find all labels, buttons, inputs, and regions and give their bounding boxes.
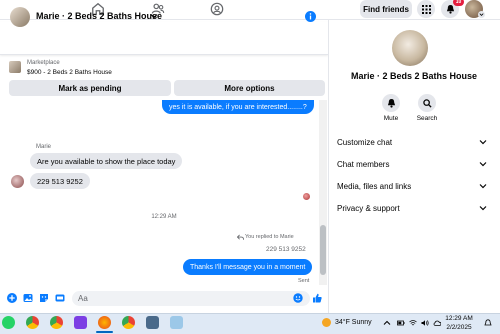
chrome-icon[interactable] xyxy=(26,316,39,329)
reply-icon xyxy=(237,234,244,240)
message-input[interactable] xyxy=(72,291,310,306)
conversation-title: Marie · 2 Beds 2 Baths House xyxy=(350,71,478,81)
chevron-down-icon xyxy=(479,206,487,211)
emoji-icon[interactable] xyxy=(293,293,303,303)
sent-status: Sent xyxy=(298,278,310,284)
notification-center-icon[interactable] xyxy=(484,319,492,327)
chat-members-row[interactable]: Chat members xyxy=(337,158,487,170)
outgoing-message[interactable]: yes it is available, if you are interest… xyxy=(162,100,314,114)
like-icon[interactable] xyxy=(312,293,322,303)
chevron-down-icon xyxy=(479,184,487,189)
volume-icon[interactable] xyxy=(421,319,429,327)
listing-thumbnail[interactable] xyxy=(9,61,21,73)
active-app-indicator xyxy=(96,331,113,333)
row-label: Chat members xyxy=(337,159,390,169)
row-label: Customize chat xyxy=(337,137,393,147)
grid-icon xyxy=(421,4,431,14)
plus-circle-icon[interactable] xyxy=(7,293,17,303)
find-friends-button[interactable]: Find friends xyxy=(360,0,412,18)
chevron-down-icon xyxy=(479,140,487,145)
replied-note: You replied to Marie xyxy=(245,234,294,240)
image-icon[interactable] xyxy=(23,293,33,303)
mute-button[interactable] xyxy=(382,94,400,112)
incoming-message[interactable]: 229 513 9252 xyxy=(30,173,90,189)
search-icon xyxy=(422,98,432,108)
messenger-icon[interactable] xyxy=(74,316,87,329)
message-timestamp: 12:29 AM xyxy=(151,214,177,220)
sender-avatar[interactable] xyxy=(11,175,24,188)
privacy-support-row[interactable]: Privacy & support xyxy=(337,202,487,214)
chrome-profile-icon[interactable] xyxy=(50,316,63,329)
firefox-icon[interactable] xyxy=(98,316,111,329)
gif-icon[interactable] xyxy=(55,293,65,303)
clock-time[interactable]: 12:29 AM xyxy=(444,315,474,322)
outgoing-message[interactable]: Thanks I'll message you in a moment xyxy=(183,259,313,275)
mute-label: Mute xyxy=(383,115,399,122)
chevron-up-icon[interactable] xyxy=(383,319,391,327)
listing-label: Marketplace xyxy=(27,60,60,66)
scrollbar-thumb[interactable] xyxy=(320,225,326,275)
row-label: Privacy & support xyxy=(337,203,400,213)
customize-chat-row[interactable]: Customize chat xyxy=(337,136,487,148)
notepad-icon[interactable] xyxy=(170,316,183,329)
search-button[interactable] xyxy=(418,94,436,112)
conversation-avatar[interactable] xyxy=(392,30,428,66)
sticker-icon[interactable] xyxy=(39,293,49,303)
chevron-down-icon[interactable] xyxy=(150,12,158,20)
weather-sun-icon[interactable] xyxy=(322,318,331,327)
whatsapp-icon[interactable] xyxy=(2,316,15,329)
more-options-button[interactable]: More options xyxy=(174,80,325,96)
chat-title[interactable]: Marie · 2 Beds 2 Baths House xyxy=(36,11,162,21)
weather-text[interactable]: 34°F Sunny xyxy=(335,319,372,326)
bell-icon xyxy=(446,4,454,14)
media-files-links-row[interactable]: Media, files and links xyxy=(337,180,487,192)
listing-price-title[interactable]: $900 - 2 Beds 2 Baths House xyxy=(27,69,112,76)
notification-badge: 10 xyxy=(453,0,464,6)
clock-date[interactable]: 2/2/2025 xyxy=(444,324,474,331)
battery-icon[interactable] xyxy=(397,319,405,327)
incoming-message[interactable]: Are you available to show the place toda… xyxy=(30,153,183,169)
quoted-message[interactable]: 229 513 9252 xyxy=(266,246,306,253)
chrome-window-icon[interactable] xyxy=(122,316,135,329)
snipping-tool-icon[interactable] xyxy=(146,316,159,329)
wifi-icon[interactable] xyxy=(409,319,417,327)
cloud-icon[interactable] xyxy=(433,319,441,327)
chat-avatar[interactable] xyxy=(10,7,30,27)
bell-icon xyxy=(387,98,395,108)
row-label: Media, files and links xyxy=(337,181,412,191)
groups-icon[interactable] xyxy=(210,2,224,16)
chevron-down-icon[interactable] xyxy=(478,11,485,18)
read-receipt-avatar xyxy=(303,193,310,200)
chevron-down-icon xyxy=(479,162,487,167)
mark-as-pending-button[interactable]: Mark as pending xyxy=(9,80,171,96)
chat-header xyxy=(0,22,328,55)
menu-grid-button[interactable] xyxy=(417,0,435,18)
search-label: Search xyxy=(416,115,438,122)
info-icon[interactable] xyxy=(305,11,316,22)
sender-name: Marie xyxy=(36,144,52,150)
